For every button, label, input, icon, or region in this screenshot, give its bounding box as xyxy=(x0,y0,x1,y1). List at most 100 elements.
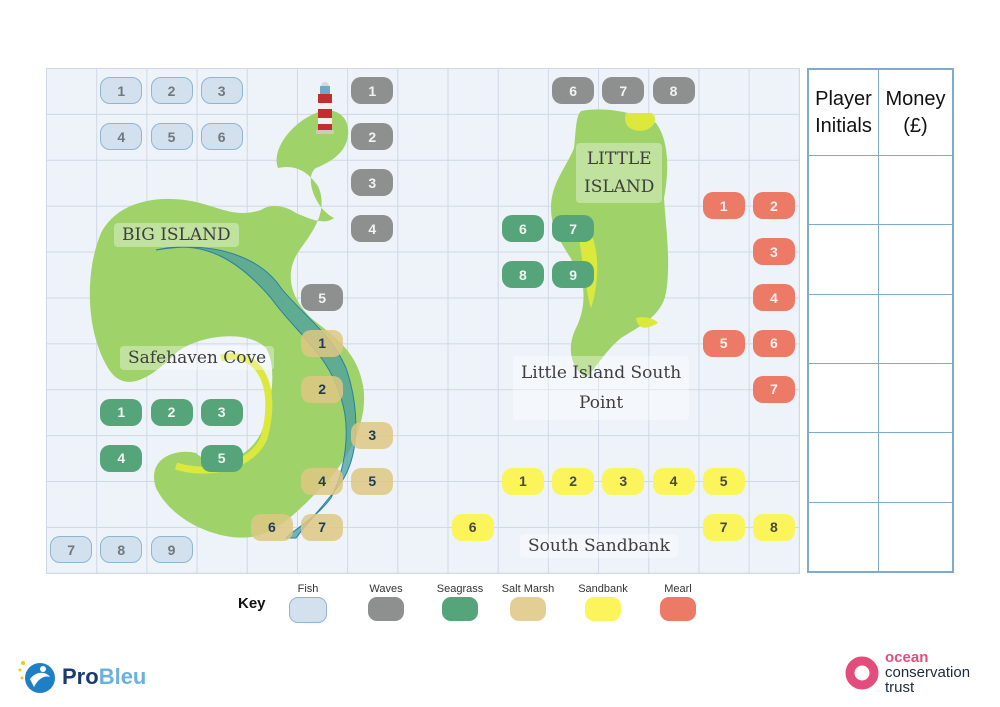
south-sandbank-label: South Sandbank xyxy=(520,534,678,558)
game-board: BIG ISLAND Safehaven Cove LITTLE ISLAND … xyxy=(46,68,800,574)
tile-fish-1[interactable]: 1 xyxy=(100,77,143,105)
tile-seagrass-3[interactable]: 3 xyxy=(200,398,243,426)
money-cell[interactable] xyxy=(877,362,954,434)
oct-line-trust: trust xyxy=(885,679,915,696)
tile-waves-6[interactable]: 6 xyxy=(552,77,595,105)
tile-saltmarsh-5[interactable]: 5 xyxy=(351,467,394,495)
tile-fish-6[interactable]: 6 xyxy=(200,123,243,151)
tile-waves-4[interactable]: 4 xyxy=(351,215,394,243)
score-table-header: Player Initials Money (£) xyxy=(808,69,954,156)
tile-mearl-5[interactable]: 5 xyxy=(702,329,745,357)
little-island-label: LITTLE ISLAND xyxy=(576,143,663,203)
player-initials-cell[interactable] xyxy=(808,154,879,226)
header-initials: Initials xyxy=(815,114,872,137)
tile-mearl-4[interactable]: 4 xyxy=(752,284,795,311)
money-cell[interactable] xyxy=(877,224,954,295)
tile-sandbank-4[interactable]: 4 xyxy=(652,467,695,495)
key-item-mearl: Mearl xyxy=(648,583,708,621)
ocean-conservation-trust-logo: ocean conservation trust xyxy=(845,650,970,695)
tile-fish-2[interactable]: 2 xyxy=(150,77,193,105)
tile-seagrass-4[interactable]: 4 xyxy=(100,444,143,472)
tile-seagrass-8[interactable]: 8 xyxy=(501,261,544,289)
player-initials-cell[interactable] xyxy=(808,224,879,295)
tile-mearl-2[interactable]: 2 xyxy=(752,192,795,220)
little-island-south-point-label: Little Island South Point xyxy=(513,356,690,420)
tile-fish-4[interactable]: 4 xyxy=(100,123,143,151)
tile-sandbank-2[interactable]: 2 xyxy=(552,467,595,495)
little-island-label-line1: LITTLE xyxy=(586,149,652,169)
key-item-sandbank: Sandbank xyxy=(573,583,633,621)
tile-seagrass-5[interactable]: 5 xyxy=(200,444,243,472)
money-cell[interactable] xyxy=(877,432,954,503)
tile-sandbank-1[interactable]: 1 xyxy=(501,467,544,495)
tile-mearl-7[interactable]: 7 xyxy=(752,375,795,403)
tile-saltmarsh-2[interactable]: 2 xyxy=(301,375,344,403)
big-island-label: BIG ISLAND xyxy=(114,223,239,247)
tile-waves-2[interactable]: 2 xyxy=(351,123,394,151)
key-swatch-seagrass xyxy=(442,597,478,621)
tile-seagrass-6[interactable]: 6 xyxy=(501,215,544,243)
key-item-seagrass: Seagrass xyxy=(430,583,490,621)
tile-fish-5[interactable]: 5 xyxy=(150,123,193,151)
tile-sandbank-3[interactable]: 3 xyxy=(602,467,645,495)
tile-fish-3[interactable]: 3 xyxy=(200,77,243,105)
key-swatch-mearl xyxy=(660,597,696,621)
key-label: Sandbank xyxy=(578,583,628,595)
player-initials-header: Player Initials xyxy=(808,69,879,156)
tile-waves-1[interactable]: 1 xyxy=(351,77,394,105)
tile-saltmarsh-1[interactable]: 1 xyxy=(301,329,344,357)
money-cell[interactable] xyxy=(877,293,954,364)
tile-sandbank-5[interactable]: 5 xyxy=(702,467,745,495)
probleu-globe-icon xyxy=(18,661,55,693)
tile-sandbank-6[interactable]: 6 xyxy=(451,513,494,541)
tile-fish-9[interactable]: 9 xyxy=(150,536,193,564)
key-item-fish: Fish xyxy=(278,583,338,623)
score-row xyxy=(808,224,954,295)
tile-waves-5[interactable]: 5 xyxy=(301,284,344,311)
legend-key: Key Fish Waves Seagrass Salt Marsh Sandb… xyxy=(238,583,718,623)
tile-seagrass-9[interactable]: 9 xyxy=(552,261,595,289)
key-label: Seagrass xyxy=(436,583,484,595)
score-table: Player Initials Money (£) xyxy=(807,68,954,573)
tile-saltmarsh-3[interactable]: 3 xyxy=(351,421,394,449)
tile-waves-8[interactable]: 8 xyxy=(652,77,695,105)
header-money: Money xyxy=(885,87,946,110)
probleu-wordmark: ProBleu xyxy=(62,664,147,689)
tile-mearl-3[interactable]: 3 xyxy=(752,238,795,266)
tile-fish-7[interactable]: 7 xyxy=(50,536,93,564)
header-player: Player xyxy=(815,87,872,110)
key-title: Key xyxy=(238,595,266,612)
little-island-south-label-line2: Point xyxy=(578,393,624,413)
money-cell[interactable] xyxy=(877,154,954,226)
tile-seagrass-2[interactable]: 2 xyxy=(150,398,193,426)
tile-saltmarsh-4[interactable]: 4 xyxy=(301,467,344,495)
tile-saltmarsh-6[interactable]: 6 xyxy=(250,513,293,541)
probleu-logo: ProBleu xyxy=(16,657,146,697)
player-initials-cell[interactable] xyxy=(808,362,879,434)
tile-waves-3[interactable]: 3 xyxy=(351,169,394,197)
player-initials-cell[interactable] xyxy=(808,501,879,573)
key-swatch-sandbank xyxy=(585,597,621,621)
key-item-salt-marsh: Salt Marsh xyxy=(498,583,558,621)
key-swatch-fish xyxy=(289,597,327,623)
player-initials-cell[interactable] xyxy=(808,432,879,503)
key-swatch-salt-marsh xyxy=(510,597,546,621)
money-cell[interactable] xyxy=(877,501,954,573)
tile-fish-8[interactable]: 8 xyxy=(100,536,143,564)
player-initials-cell[interactable] xyxy=(808,293,879,364)
tile-seagrass-1[interactable]: 1 xyxy=(100,398,143,426)
score-row xyxy=(808,501,954,573)
key-swatch-waves xyxy=(368,597,404,621)
score-row xyxy=(808,362,954,434)
tile-mearl-6[interactable]: 6 xyxy=(752,329,795,357)
key-label: Mearl xyxy=(664,583,692,595)
tile-saltmarsh-7[interactable]: 7 xyxy=(301,513,344,541)
oct-line-ocean: ocean xyxy=(885,649,929,666)
score-row xyxy=(808,293,954,364)
tile-seagrass-7[interactable]: 7 xyxy=(552,215,595,243)
tile-sandbank-8[interactable]: 8 xyxy=(752,513,795,541)
key-item-waves: Waves xyxy=(356,583,416,621)
tile-sandbank-7[interactable]: 7 xyxy=(702,513,745,541)
tile-mearl-1[interactable]: 1 xyxy=(702,192,745,220)
tile-waves-7[interactable]: 7 xyxy=(602,77,645,105)
